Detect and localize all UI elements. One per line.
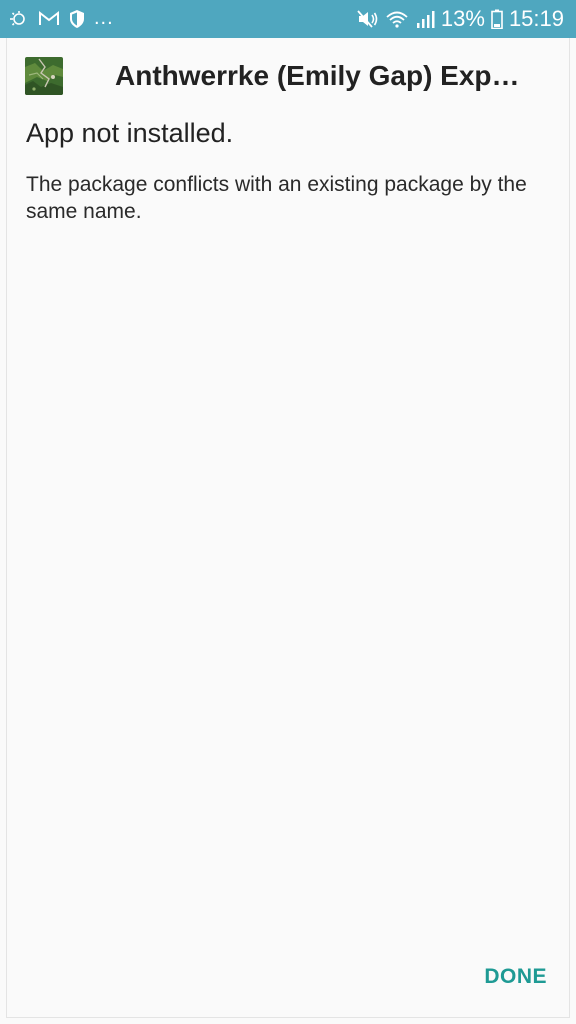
install-status-message: The package conflicts with an existing p…	[26, 173, 527, 223]
mute-icon	[357, 8, 379, 30]
app-name: Anthwerrke (Emily Gap) Exp…	[115, 60, 520, 91]
status-bar-right: 13% 15:19	[357, 8, 564, 30]
app-icon	[25, 57, 63, 95]
install-result-dialog: Anthwerrke (Emily Gap) Exp… App not inst…	[6, 38, 570, 1018]
overflow-dots: ...	[94, 7, 114, 29]
battery-percent: 13%	[440, 6, 485, 31]
battery-icon	[491, 8, 503, 30]
wifi-icon	[385, 8, 409, 30]
app-header: Anthwerrke (Emily Gap) Exp…	[25, 56, 555, 96]
status-bar-left: ...	[8, 8, 114, 30]
signal-icon	[415, 8, 435, 30]
done-button[interactable]: DONE	[484, 965, 547, 989]
install-status-title: App not installed.	[26, 118, 234, 148]
gmail-icon	[38, 8, 60, 30]
shield-icon	[68, 8, 86, 30]
screen: ... 13% 15:19 Anthwerrke (Emily Gap) Exp…	[0, 0, 576, 1024]
sync-icon	[8, 8, 30, 30]
clock: 15:19	[508, 6, 564, 31]
status-bar: ... 13% 15:19	[0, 0, 576, 38]
